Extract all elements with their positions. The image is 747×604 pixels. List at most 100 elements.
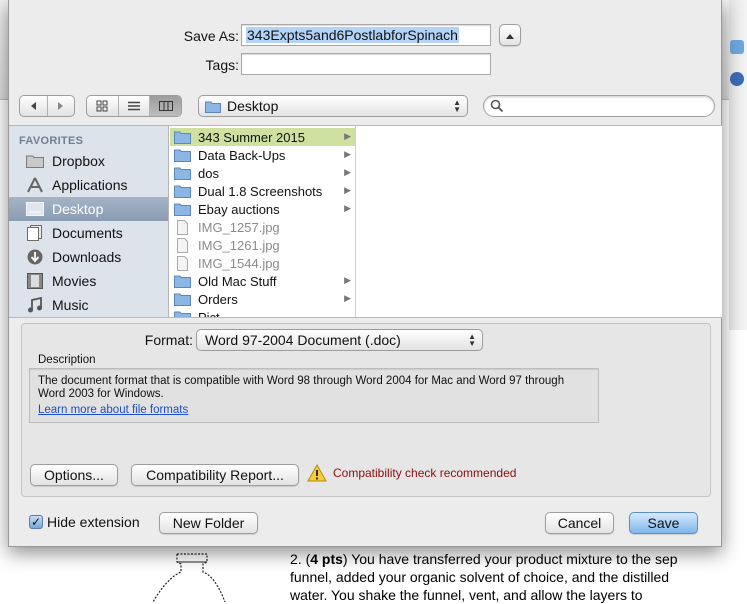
favorites-header: FAVORITES xyxy=(19,135,84,147)
warning-text: Compatibility check recommended xyxy=(333,466,517,480)
desktop-icon xyxy=(25,200,45,218)
sidebar-item-label: Music xyxy=(52,297,89,313)
sidebar-item-downloads[interactable]: Downloads xyxy=(9,245,168,269)
sidebar-item-label: Movies xyxy=(52,273,97,289)
new-folder-button[interactable]: New Folder xyxy=(159,512,258,534)
image-file-icon xyxy=(174,255,192,271)
format-value: Word 97-2004 Document (.doc) xyxy=(205,332,401,348)
sidebar-item-label: Downloads xyxy=(52,249,122,265)
format-popup[interactable]: Word 97-2004 Document (.doc) ▲ ▼ xyxy=(196,329,483,351)
list-item[interactable]: IMG_1544.jpg xyxy=(170,254,355,272)
warning-icon xyxy=(307,464,327,482)
forward-arrow-icon xyxy=(57,102,63,110)
chevron-right-icon: ▶ xyxy=(344,131,351,141)
list-item[interactable]: Data Back-Ups ▶ xyxy=(170,146,355,164)
list-item[interactable]: Ebay auctions ▶ xyxy=(170,200,355,218)
back-button[interactable] xyxy=(20,96,48,116)
sidebar-item-music[interactable]: Music xyxy=(9,293,168,317)
cancel-button[interactable]: Cancel xyxy=(545,512,614,534)
downloads-icon xyxy=(25,248,45,266)
description-box: The document format that is compatible w… xyxy=(29,368,599,423)
tags-label: Tags: xyxy=(205,57,239,73)
filename-text: 343Expts5and6PostlabforSpinach xyxy=(246,27,459,43)
learn-more-link[interactable]: Learn more about file formats xyxy=(38,404,188,417)
back-forward-control xyxy=(19,95,75,117)
sep-funnel-drawing xyxy=(152,553,226,603)
sidebar-item-documents[interactable]: Documents xyxy=(9,221,168,245)
hide-extension-checkbox[interactable]: ✓ Hide extension xyxy=(29,514,140,530)
sidebar-item-label: Documents xyxy=(52,225,123,241)
description-label: Description xyxy=(38,354,96,366)
chevron-right-icon: ▶ xyxy=(344,293,351,303)
chevron-right-icon: ▶ xyxy=(344,275,351,285)
forward-button[interactable] xyxy=(48,96,75,116)
checkmark-icon: ✓ xyxy=(29,515,43,529)
background-question-text: 2. (4 pts) You have transferred your pro… xyxy=(290,551,678,603)
save-button[interactable]: Save xyxy=(629,512,698,534)
compatibility-report-button[interactable]: Compatibility Report... xyxy=(131,464,299,486)
folder-icon xyxy=(205,101,221,113)
music-icon xyxy=(25,296,45,314)
tags-field[interactable] xyxy=(241,53,491,75)
folder-icon xyxy=(174,310,192,317)
sidebar-item-dropbox[interactable]: Dropbox xyxy=(9,149,168,173)
list-item[interactable]: dos ▶ xyxy=(170,164,355,182)
list-item[interactable]: 343 Summer 2015 ▶ xyxy=(170,128,355,146)
updown-arrows-icon: ▲ ▼ xyxy=(453,98,461,114)
list-view-button[interactable] xyxy=(119,96,151,116)
view-mode-control xyxy=(86,95,182,117)
location-popup[interactable]: Desktop ▲ ▼ xyxy=(198,95,468,117)
chevron-right-icon: ▶ xyxy=(344,167,351,177)
list-item[interactable]: IMG_1257.jpg xyxy=(170,218,355,236)
list-icon xyxy=(128,101,140,111)
grid-icon xyxy=(96,100,108,112)
sidebar-item-desktop[interactable]: Desktop xyxy=(9,197,168,221)
background-ribbon-edge xyxy=(729,0,747,330)
image-file-icon xyxy=(174,237,192,253)
sidebar: FAVORITES Dropbox Applications Desktop D… xyxy=(9,126,169,317)
folder-icon xyxy=(174,130,192,145)
sidebar-item-label: Desktop xyxy=(52,201,104,217)
description-text: The document format that is compatible w… xyxy=(38,375,565,400)
sidebar-item-applications[interactable]: Applications xyxy=(9,173,168,197)
updown-arrows-icon: ▲ ▼ xyxy=(468,332,476,348)
list-item[interactable]: Pict xyxy=(170,308,355,317)
folder-icon xyxy=(174,274,192,289)
icon-view-button[interactable] xyxy=(87,96,119,116)
file-browser: FAVORITES Dropbox Applications Desktop D… xyxy=(9,125,722,318)
movies-icon xyxy=(25,272,45,290)
chevron-right-icon: ▶ xyxy=(344,203,351,213)
chevron-right-icon: ▶ xyxy=(344,185,351,195)
save-as-label: Save As: xyxy=(183,28,239,44)
image-file-icon xyxy=(174,219,192,235)
chevron-up-icon xyxy=(506,34,514,39)
options-button[interactable]: Options... xyxy=(30,464,118,486)
list-item[interactable]: IMG_1261.jpg xyxy=(170,236,355,254)
save-as-field[interactable]: 343Expts5and6PostlabforSpinach xyxy=(241,24,491,46)
location-value: Desktop xyxy=(227,98,279,114)
list-item[interactable]: Dual 1.8 Screenshots ▶ xyxy=(170,182,355,200)
sidebar-item-movies[interactable]: Movies xyxy=(9,269,168,293)
folder-icon xyxy=(174,292,192,307)
list-item[interactable]: Old Mac Stuff ▶ xyxy=(170,272,355,290)
sidebar-item-label: Applications xyxy=(52,177,128,193)
save-dialog: Save As: 343Expts5and6PostlabforSpinach … xyxy=(8,0,722,547)
collapse-toggle-button[interactable] xyxy=(499,24,521,46)
columns-icon xyxy=(158,101,173,111)
folder-icon xyxy=(174,202,192,217)
search-icon xyxy=(490,99,504,113)
chevron-right-icon: ▶ xyxy=(344,149,351,159)
folder-icon xyxy=(174,148,192,163)
format-label: Format: xyxy=(144,332,193,348)
folder-icon xyxy=(174,166,192,181)
documents-icon xyxy=(25,224,45,242)
sidebar-item-label: Dropbox xyxy=(52,153,105,169)
back-arrow-icon xyxy=(31,102,37,110)
ribbon-icon xyxy=(730,40,744,54)
column-view-button[interactable] xyxy=(150,96,181,116)
search-field[interactable] xyxy=(483,95,715,117)
list-item[interactable]: Orders ▶ xyxy=(170,290,355,308)
folder-icon xyxy=(25,152,45,170)
folder-icon xyxy=(174,184,192,199)
file-column: 343 Summer 2015 ▶ Data Back-Ups ▶ dos ▶ Dua… xyxy=(170,126,356,317)
